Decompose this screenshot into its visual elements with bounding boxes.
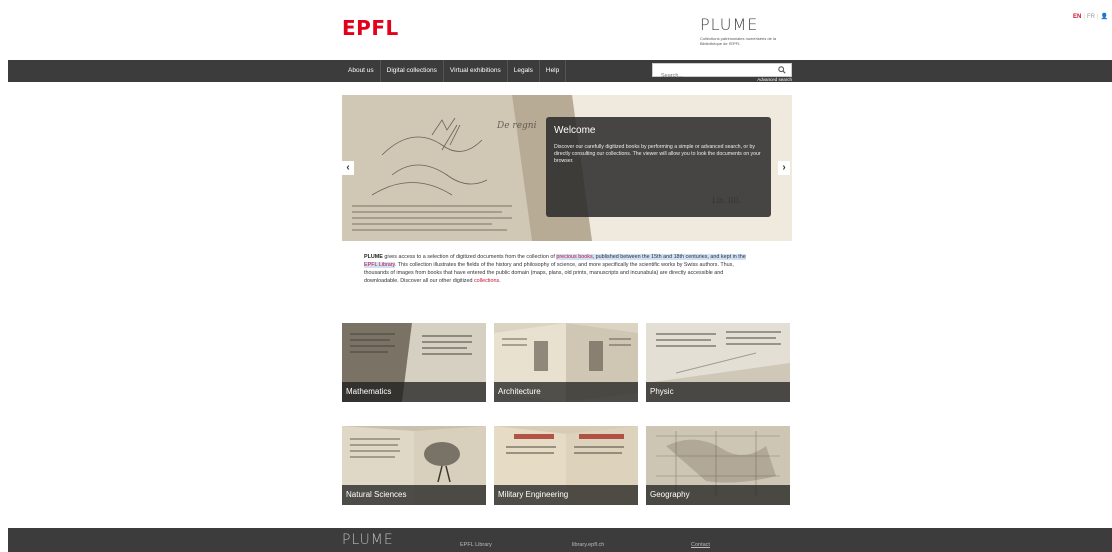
search-icon[interactable] bbox=[778, 66, 786, 74]
tile-physic[interactable]: Physic bbox=[646, 323, 790, 402]
plume-subtitle: Collections patrimoniales numérisées de … bbox=[700, 36, 777, 46]
plume-logo-block[interactable]: PLUME Collections patrimoniales numérisé… bbox=[700, 15, 792, 46]
footer-contact-link[interactable]: Contact bbox=[691, 528, 710, 552]
footer-plume-logo[interactable]: PLUME bbox=[342, 532, 394, 548]
epfl-logo[interactable]: EPFL bbox=[342, 16, 399, 40]
welcome-text: Discover our carefully digitized books b… bbox=[554, 144, 761, 164]
welcome-title: Welcome bbox=[554, 125, 596, 136]
welcome-caption: Welcome Discover our carefully digitized… bbox=[546, 117, 771, 217]
intro-text-2: , published between the 15th and 18th ce… bbox=[592, 254, 746, 260]
tile-label: Geography bbox=[646, 485, 790, 505]
advanced-search-link[interactable]: Advanced search bbox=[757, 77, 792, 82]
intro-brand: PLUME bbox=[364, 254, 383, 260]
tile-label: Natural Sciences bbox=[342, 485, 486, 505]
svg-text:De regni: De regni bbox=[496, 121, 537, 131]
epfl-library-link[interactable]: EPFL Library bbox=[364, 262, 395, 268]
lang-fr-link[interactable]: FR bbox=[1087, 14, 1095, 20]
footer-library: EPFL Library bbox=[460, 542, 492, 548]
intro-text-1: gives access to a selection of digitized… bbox=[382, 254, 557, 260]
tile-military-engineering[interactable]: Military Engineering bbox=[494, 426, 638, 505]
header: EPFL PLUME Collections patrimoniales num… bbox=[342, 0, 792, 60]
main-nav: About us Digital collections Virtual exh… bbox=[8, 60, 1112, 82]
collections-link[interactable]: collections bbox=[474, 278, 499, 284]
language-switcher: EN | FR | 👤 bbox=[1073, 14, 1108, 20]
search-input[interactable] bbox=[653, 70, 763, 82]
tile-label: Mathematics bbox=[342, 382, 486, 402]
precious-books-link[interactable]: precious books bbox=[556, 254, 593, 260]
intro-text-3: . This collection illustrates the fields… bbox=[364, 262, 734, 284]
tile-label: Military Engineering bbox=[494, 485, 638, 505]
lang-en-link[interactable]: EN bbox=[1073, 14, 1081, 20]
tile-label: Physic bbox=[646, 382, 790, 402]
carousel-next-button[interactable]: › bbox=[778, 161, 790, 175]
plume-logo: PLUME bbox=[700, 15, 759, 34]
nav-item-help[interactable]: Help bbox=[540, 60, 567, 82]
tile-label: Architecture bbox=[494, 382, 638, 402]
intro-paragraph: PLUME gives access to a selection of dig… bbox=[364, 253, 758, 285]
tile-geography[interactable]: Geography bbox=[646, 426, 790, 505]
tile-natural-sciences[interactable]: Natural Sciences bbox=[342, 426, 486, 505]
intro-text-4: . bbox=[499, 278, 501, 284]
tile-mathematics[interactable]: Mathematics bbox=[342, 323, 486, 402]
nav-item-about-us[interactable]: About us bbox=[342, 60, 381, 82]
tile-architecture[interactable]: Architecture bbox=[494, 323, 638, 402]
nav-item-digital-collections[interactable]: Digital collections bbox=[381, 60, 444, 82]
search-box bbox=[652, 63, 792, 82]
user-icon[interactable]: 👤 bbox=[1101, 14, 1108, 20]
page: EN | FR | 👤 EPFL PLUME Collections patrimoni… bbox=[0, 0, 1112, 552]
footer-url[interactable]: library.epfl.ch bbox=[572, 528, 604, 552]
footer: PLUME EPFL Library library.epfl.ch Conta… bbox=[8, 528, 1112, 552]
hero-carousel: De regni Lib. IIII. ‹ › Welcome Discover… bbox=[342, 95, 792, 241]
carousel-prev-button[interactable]: ‹ bbox=[342, 161, 354, 175]
nav-item-legals[interactable]: Legals bbox=[508, 60, 540, 82]
nav-item-virtual-exhibitions[interactable]: Virtual exhibitions bbox=[444, 60, 508, 82]
